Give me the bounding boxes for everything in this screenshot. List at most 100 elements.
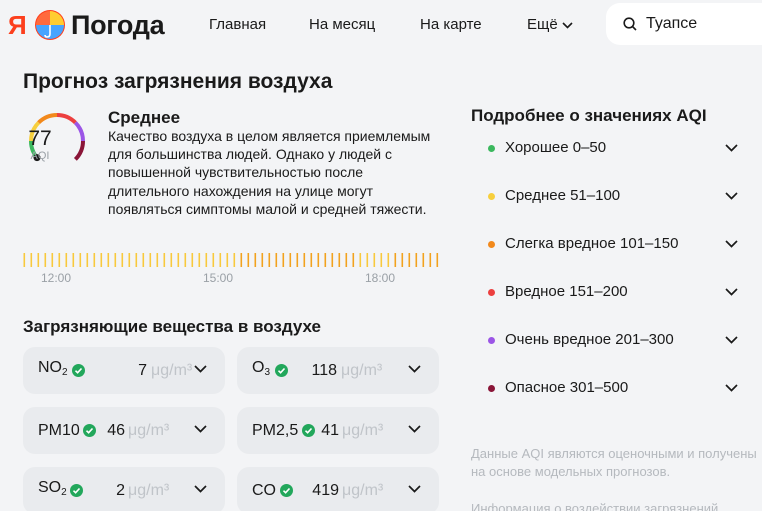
aqi-note-more: Информация о воздействии загрязнений (471, 501, 719, 511)
timeline-bar (233, 253, 236, 267)
aqi-level-label: Среднее 51–100 (505, 187, 621, 204)
aqi-value: 77 (28, 127, 52, 150)
pollutant-name: NO2 (38, 359, 68, 378)
pollutant-value: 7 (138, 361, 147, 379)
aqi-level-label: Хорошее 0–50 (505, 139, 607, 156)
pollutant-card-co[interactable]: CO 419 μg/m³ (237, 467, 439, 511)
chevron-down-icon (725, 192, 738, 200)
aqi-description: Качество воздуха в целом является приемл… (108, 128, 431, 217)
timeline-bar (100, 253, 103, 267)
timeline-bar (156, 253, 159, 267)
aqi-hourly-timeline[interactable] (23, 253, 443, 267)
gauge-segment (37, 113, 58, 125)
timeline-bar (310, 253, 313, 267)
timeline-bar (58, 253, 61, 267)
timeline-bar (65, 253, 68, 267)
aqi-level-dot (488, 384, 495, 392)
nav-more[interactable]: Ещё (527, 16, 573, 34)
chevron-down-icon (408, 485, 421, 493)
aqi-level-row[interactable]: Хорошее 0–50 (471, 136, 751, 160)
aqi-level-dot (488, 288, 495, 296)
time-label: 12:00 (41, 271, 72, 285)
aqi-level: Среднее (108, 108, 181, 127)
aqi-level-row[interactable]: Очень вредное 201–300 (471, 328, 751, 352)
gauge-segment (73, 121, 85, 142)
aqi-level-row[interactable]: Вредное 151–200 (471, 280, 751, 304)
timeline-bar (401, 253, 404, 267)
pollutant-unit: μg/m³ (128, 481, 170, 499)
header: Я Погода Главная На месяц На карте Ещё (0, 0, 762, 52)
chevron-down-icon (194, 425, 207, 433)
timeline-bar (331, 253, 334, 267)
timeline-bar (359, 253, 362, 267)
aqi-level-row[interactable]: Среднее 51–100 (471, 184, 751, 208)
aqi-level-row[interactable]: Опасное 301–500 (471, 376, 751, 400)
pollutant-card-no2[interactable]: NO2 7 μg/m³ (23, 347, 225, 394)
yandex-logo: Я (8, 10, 27, 40)
timeline-bar (184, 253, 187, 267)
search-box[interactable] (606, 3, 762, 45)
aqi-level-dot (488, 240, 495, 248)
nav-more-label: Ещё (527, 16, 558, 33)
timeline-bar (128, 253, 131, 267)
pollutant-unit: μg/m³ (128, 421, 170, 439)
timeline-bar (30, 253, 33, 267)
pollutant-unit: μg/m³ (341, 361, 383, 379)
timeline-bar (380, 253, 383, 267)
timeline-bar (345, 253, 348, 267)
timeline-bar (317, 253, 320, 267)
search-input[interactable] (646, 15, 762, 33)
timeline-bar (296, 253, 299, 267)
logo[interactable]: Я Погода (8, 9, 165, 41)
check-icon (70, 484, 83, 497)
timeline-bar (387, 253, 390, 267)
timeline-bar (37, 253, 40, 267)
pollutant-card-pm25[interactable]: PM2,5 41 μg/m³ (237, 407, 439, 454)
check-icon (280, 484, 293, 497)
chevron-down-icon (725, 240, 738, 248)
chevron-down-icon (725, 336, 738, 344)
page-title: Прогноз загрязнения воздуха (23, 70, 333, 93)
timeline-bar (205, 253, 208, 267)
nav-map[interactable]: На карте (420, 16, 482, 34)
aqi-level-dot (488, 336, 495, 344)
pollutant-card-so2[interactable]: SO2 2 μg/m³ (23, 467, 225, 511)
timeline-bar (366, 253, 369, 267)
umbrella-logo-icon (35, 10, 65, 40)
pollutant-card-o3[interactable]: O3 118 μg/m³ (237, 347, 439, 394)
timeline-bar (72, 253, 75, 267)
aqi-level-label: Опасное 301–500 (505, 379, 629, 396)
pollutant-unit: μg/m³ (342, 481, 384, 499)
timeline-bar (254, 253, 257, 267)
pollutant-name: O3 (252, 359, 271, 378)
timeline-bar (23, 253, 26, 267)
pollutant-card-pm10[interactable]: PM10 46 μg/m³ (23, 407, 225, 454)
timeline-bar (149, 253, 152, 267)
timeline-bar (142, 253, 145, 267)
nav-home[interactable]: Главная (209, 16, 266, 34)
gauge-segment (73, 140, 85, 161)
chevron-down-icon (562, 21, 573, 29)
chevron-down-icon (194, 365, 207, 373)
aqi-level-label: Очень вредное 201–300 (505, 331, 674, 348)
aqi-level-label: Вредное 151–200 (505, 283, 628, 300)
aqi-unit: AQI (30, 150, 50, 162)
timeline-bar (135, 253, 138, 267)
check-icon (72, 364, 85, 377)
timeline-bar (289, 253, 292, 267)
pollutant-name: SO2 (38, 479, 67, 498)
aqi-level-dot (488, 144, 495, 152)
timeline-bar (177, 253, 180, 267)
gauge-segment (56, 113, 77, 125)
aqi-info-title: Подробнее о значениях AQI (471, 106, 707, 125)
aqi-level-label: Слегка вредное 101–150 (505, 235, 679, 252)
timeline-bar (114, 253, 117, 267)
aqi-level-row[interactable]: Слегка вредное 101–150 (471, 232, 751, 256)
pollutant-value: 2 (116, 481, 125, 499)
check-icon (83, 424, 96, 437)
timeline-bar (93, 253, 96, 267)
timeline-bar (86, 253, 89, 267)
timeline-bar (436, 253, 439, 267)
timeline-bar (240, 253, 243, 267)
nav-month[interactable]: На месяц (309, 16, 375, 34)
